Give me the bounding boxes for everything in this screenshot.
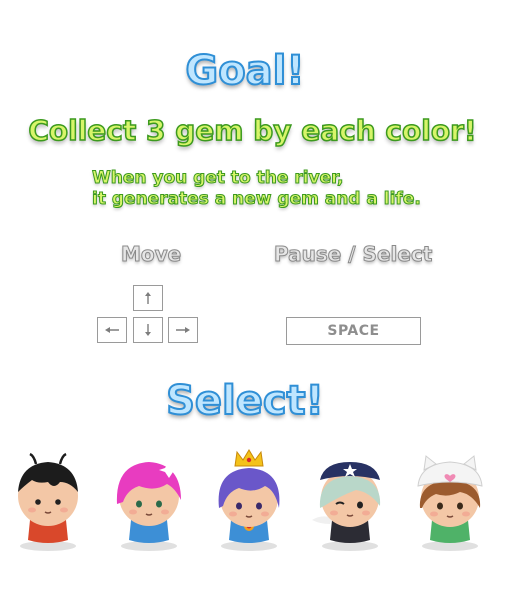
arrow-left-key [97, 317, 127, 343]
goal-subtitle: Collect 3 gem by each color! [28, 113, 478, 148]
pause-select-label: Pause / Select [273, 242, 433, 267]
arrow-right-key [168, 317, 198, 343]
princess-character[interactable] [209, 448, 289, 558]
space-key: SPACE [286, 317, 421, 345]
arrow-right-icon [176, 327, 190, 333]
arrow-left-icon [105, 327, 119, 333]
goal-note-line-2: it generates a new gem and a life. [92, 189, 422, 210]
pirate-character[interactable] [310, 448, 390, 558]
goal-title: Goal! [184, 47, 305, 95]
arrow-up-icon [145, 292, 151, 304]
boy-character[interactable] [8, 448, 88, 558]
pink-hair-girl-character[interactable] [109, 448, 189, 558]
move-label: Move [120, 242, 182, 267]
arrow-up-key [133, 285, 163, 311]
goal-note: When you get to the river, it generates … [92, 168, 422, 210]
cat-hat-girl-character[interactable] [410, 448, 490, 558]
arrow-down-key [133, 317, 163, 343]
select-title: Select! [165, 377, 325, 425]
goal-note-line-1: When you get to the river, [92, 168, 344, 189]
arrow-down-icon [145, 324, 151, 336]
